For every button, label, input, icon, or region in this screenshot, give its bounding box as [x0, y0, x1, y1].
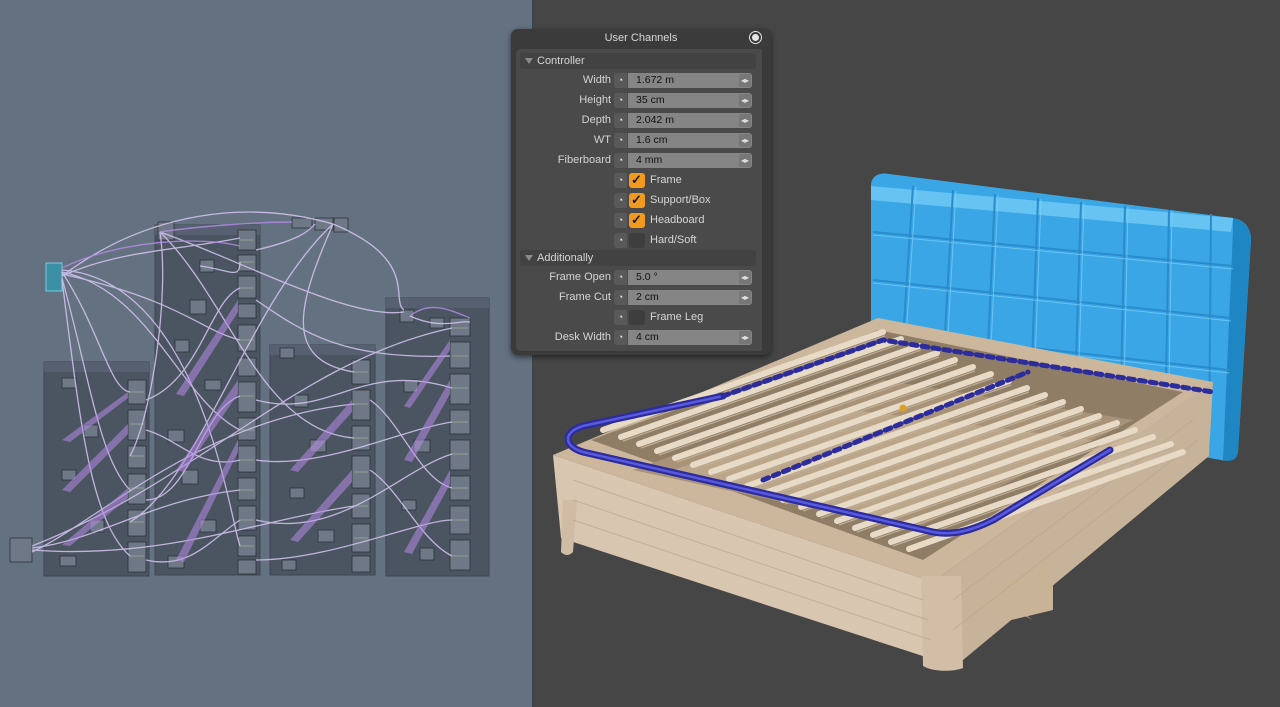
field-value: 5.0 °: [636, 271, 658, 283]
toggle-row-headboard: ◔ ✓ Headboard: [516, 212, 766, 229]
key-icon[interactable]: ◔: [614, 270, 627, 285]
channel-label: Frame Cut: [559, 291, 611, 303]
field-value: 4 mm: [636, 154, 663, 166]
depth-field[interactable]: 2.042 m ◂▸: [628, 113, 752, 128]
user-channels-panel[interactable]: User Channels Controller Width ◔ 1.672 m…: [511, 29, 771, 355]
field-value: 2 cm: [636, 291, 659, 303]
channel-row-depth: Depth ◔ 2.042 m ◂▸: [516, 112, 766, 129]
section-label: Additionally: [537, 252, 594, 264]
checkbox-label: Hard/Soft: [650, 234, 697, 246]
channel-row-fiberboard: Fiberboard ◔ 4 mm ◂▸: [516, 152, 766, 169]
support-box-checkbox[interactable]: ✓: [629, 192, 645, 208]
toggle-row-frame: ◔ ✓ Frame: [516, 172, 766, 189]
channel-label: Depth: [581, 114, 611, 126]
spinner-arrows-icon[interactable]: ◂▸: [739, 291, 751, 304]
spinner-arrows-icon[interactable]: ◂▸: [739, 74, 751, 87]
node-graph[interactable]: [0, 0, 533, 707]
node-group-4: [385, 297, 490, 577]
channel-row-frame-open: Frame Open ◔ 5.0 ° ◂▸: [516, 269, 766, 286]
toggle-row-hard-soft: ◔ Hard/Soft: [516, 232, 766, 249]
channel-row-width: Width ◔ 1.672 m ◂▸: [516, 72, 766, 89]
pivot-marker[interactable]: [899, 404, 907, 412]
key-icon[interactable]: ◔: [614, 233, 627, 248]
key-icon[interactable]: ◔: [614, 193, 627, 208]
spinner-arrows-icon[interactable]: ◂▸: [739, 134, 751, 147]
spinner-arrows-icon[interactable]: ◂▸: [739, 331, 751, 344]
checkmark-icon: ✓: [631, 192, 642, 207]
key-icon[interactable]: ◔: [614, 113, 627, 128]
channel-row-height: Height ◔ 35 cm ◂▸: [516, 92, 766, 109]
channel-label: Desk Width: [554, 331, 611, 343]
toggle-row-support-box: ◔ ✓ Support/Box: [516, 192, 766, 209]
panel-title: User Channels: [604, 32, 678, 44]
frame-open-field[interactable]: 5.0 ° ◂▸: [628, 270, 752, 285]
channel-label: WT: [593, 134, 611, 146]
checkbox-label: Frame: [650, 174, 682, 186]
checkbox-label: Frame Leg: [650, 311, 704, 323]
channel-row-desk-width: Desk Width ◔ 4 cm ◂▸: [516, 329, 766, 346]
wt-field[interactable]: 1.6 cm ◂▸: [628, 133, 752, 148]
width-field[interactable]: 1.672 m ◂▸: [628, 73, 752, 88]
field-value: 1.672 m: [636, 74, 674, 86]
key-icon[interactable]: ◔: [614, 93, 627, 108]
section-label: Controller: [537, 55, 585, 67]
key-icon[interactable]: ◔: [614, 290, 627, 305]
key-icon[interactable]: ◔: [614, 73, 627, 88]
spinner-arrows-icon[interactable]: ◂▸: [739, 271, 751, 284]
close-icon[interactable]: [750, 32, 761, 43]
toggle-row-frame-leg: ◔ Frame Leg: [516, 309, 766, 326]
triangle-down-icon: [525, 58, 533, 65]
frame-checkbox[interactable]: ✓: [629, 172, 645, 188]
field-value: 1.6 cm: [636, 134, 668, 146]
key-icon[interactable]: ◔: [614, 330, 627, 345]
key-icon[interactable]: ◔: [614, 213, 627, 228]
frame-leg-checkbox[interactable]: [629, 310, 645, 325]
triangle-down-icon: [525, 255, 533, 262]
input-node: [45, 262, 63, 292]
checkmark-icon: ✓: [631, 172, 642, 187]
section-controller[interactable]: Controller: [520, 53, 756, 69]
key-icon[interactable]: ◔: [614, 173, 627, 188]
section-additionally[interactable]: Additionally: [520, 250, 756, 266]
key-icon[interactable]: ◔: [614, 310, 627, 325]
spinner-arrows-icon[interactable]: ◂▸: [739, 154, 751, 167]
channel-row-wt: WT ◔ 1.6 cm ◂▸: [516, 132, 766, 149]
key-icon[interactable]: ◔: [614, 153, 627, 168]
checkmark-icon: ✓: [631, 212, 642, 227]
checkbox-label: Headboard: [650, 214, 705, 226]
field-value: 35 cm: [636, 94, 665, 106]
panel-body: Controller Width ◔ 1.672 m ◂▸ Height ◔ 3…: [516, 49, 766, 351]
channel-label: Width: [582, 74, 611, 86]
field-value: 4 cm: [636, 331, 659, 343]
channel-label: Fiberboard: [557, 154, 611, 166]
spinner-arrows-icon[interactable]: ◂▸: [739, 94, 751, 107]
key-icon[interactable]: ◔: [614, 133, 627, 148]
checkbox-label: Support/Box: [650, 194, 711, 206]
field-value: 2.042 m: [636, 114, 674, 126]
channel-label: Frame Open: [549, 271, 611, 283]
fiberboard-field[interactable]: 4 mm ◂▸: [628, 153, 752, 168]
spinner-arrows-icon[interactable]: ◂▸: [739, 114, 751, 127]
channel-label: Height: [579, 94, 611, 106]
node-editor-pane[interactable]: [0, 0, 533, 707]
hard-soft-checkbox[interactable]: [629, 233, 645, 248]
channel-row-frame-cut: Frame Cut ◔ 2 cm ◂▸: [516, 289, 766, 306]
height-field[interactable]: 35 cm ◂▸: [628, 93, 752, 108]
frame-cut-field[interactable]: 2 cm ◂▸: [628, 290, 752, 305]
headboard-checkbox[interactable]: ✓: [629, 212, 645, 228]
desk-width-field[interactable]: 4 cm ◂▸: [628, 330, 752, 345]
